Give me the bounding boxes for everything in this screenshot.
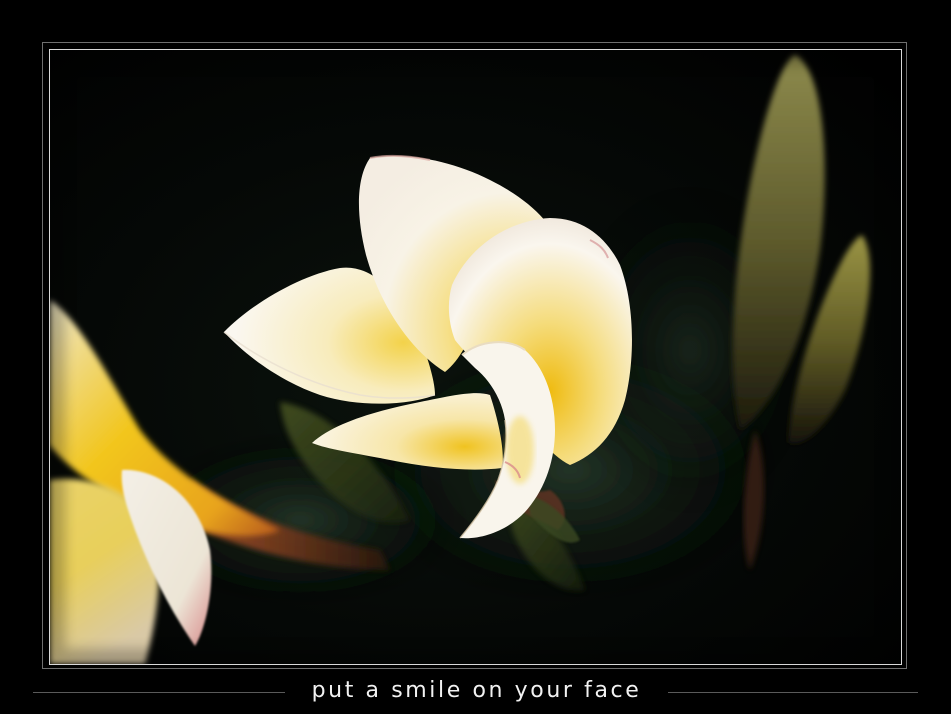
flower-photo [50, 50, 901, 664]
caption-rule-right [668, 692, 918, 693]
caption-row: put a smile on your face [0, 674, 951, 708]
photo-frame-inner-border [49, 49, 902, 665]
photo-caption: put a smile on your face [311, 678, 642, 703]
caption-rule-left [33, 692, 285, 693]
